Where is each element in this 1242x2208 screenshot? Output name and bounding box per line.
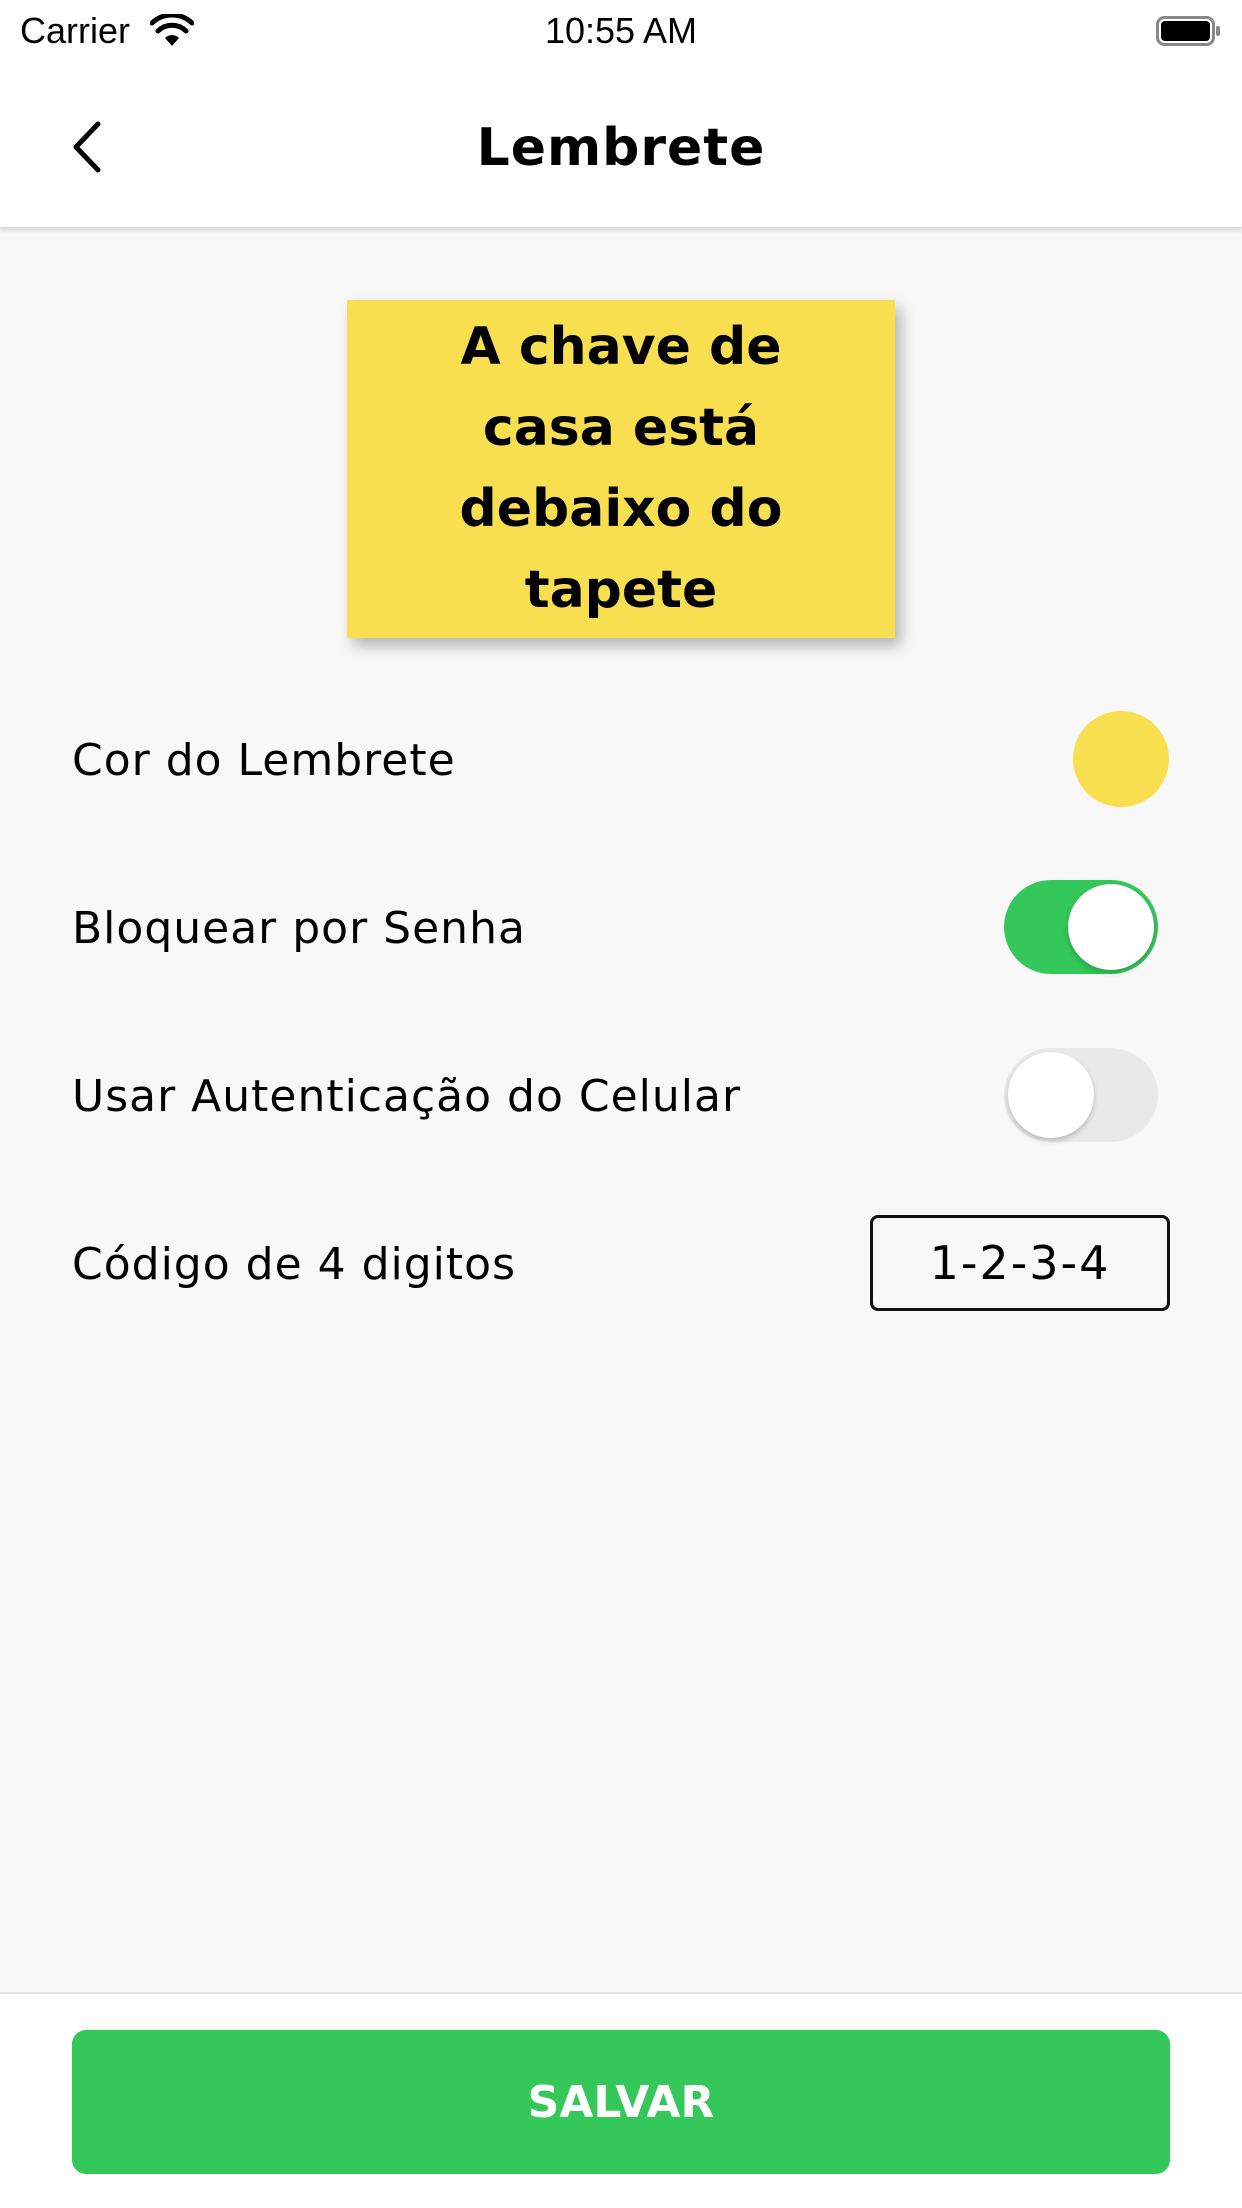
bottom-bar: SALVAR [0, 1992, 1242, 2208]
toggle-knob [1068, 884, 1154, 970]
lock-password-toggle[interactable] [1004, 880, 1158, 974]
phone-auth-label: Usar Autenticação do Celular [72, 1071, 742, 1122]
status-time: 10:55 AM [544, 10, 698, 51]
phone-auth-toggle[interactable] [1004, 1048, 1158, 1142]
code-label: Código de 4 digitos [72, 1239, 517, 1290]
toggle-knob [1008, 1052, 1094, 1138]
status-bar: Carrier 10:55 AM [0, 0, 1242, 62]
page-title: Lembrete [476, 118, 766, 178]
navigation-bar: Lembrete [0, 62, 1242, 228]
battery-icon [1156, 16, 1220, 46]
save-button[interactable]: SALVAR [72, 2030, 1170, 2174]
code-input[interactable] [870, 1215, 1170, 1311]
lock-password-label: Bloquear por Senha [72, 903, 526, 954]
color-label: Cor do Lembrete [72, 735, 456, 786]
color-picker-swatch[interactable] [1073, 711, 1169, 807]
reminder-note-text: A chave de casa está debaixo do tapete [459, 317, 783, 620]
reminder-note-preview: A chave de casa está debaixo do tapete [347, 300, 895, 638]
